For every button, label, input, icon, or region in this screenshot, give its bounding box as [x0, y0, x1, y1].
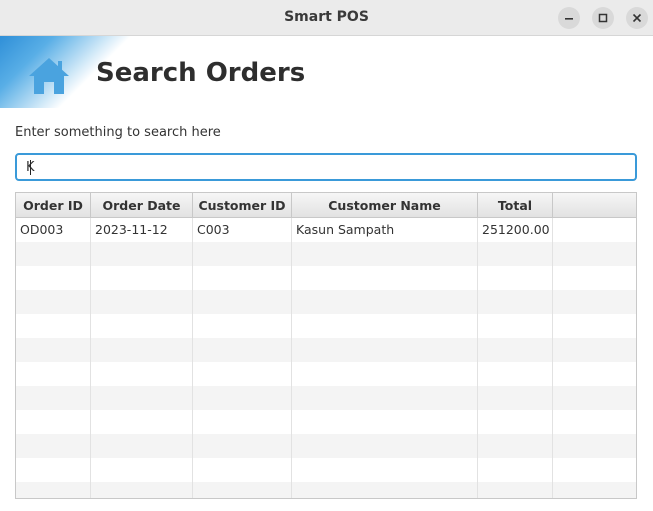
- minimize-button[interactable]: [558, 7, 580, 29]
- column-divider: [477, 218, 478, 498]
- cell-customer-name: Kasun Sampath: [296, 222, 395, 237]
- cell-customer-id: C003: [197, 222, 230, 237]
- minimize-icon: [565, 18, 573, 20]
- table-header: Order ID Order Date Customer ID Customer…: [16, 193, 636, 218]
- empty-row: [16, 434, 636, 458]
- column-header-customer-id[interactable]: Customer ID: [193, 193, 292, 218]
- text-caret: [30, 160, 31, 175]
- column-header-order-id[interactable]: Order ID: [16, 193, 91, 218]
- close-button[interactable]: [626, 7, 648, 29]
- cell-order-date: 2023-11-12: [95, 222, 168, 237]
- close-icon: [632, 13, 642, 23]
- title-bar: Smart POS: [0, 0, 653, 36]
- search-hint-label: Enter something to search here: [15, 125, 221, 140]
- empty-row: [16, 266, 636, 290]
- empty-row: [16, 410, 636, 434]
- empty-row: [16, 338, 636, 362]
- empty-row: [16, 362, 636, 386]
- column-divider: [552, 218, 553, 498]
- empty-row: [16, 242, 636, 266]
- empty-row: [16, 458, 636, 482]
- column-divider: [90, 218, 91, 498]
- empty-row: [16, 482, 636, 498]
- window-title: Smart POS: [284, 9, 369, 25]
- column-header-total[interactable]: Total: [478, 193, 553, 218]
- column-header-customer-name[interactable]: Customer Name: [292, 193, 478, 218]
- cell-total: 251200.00: [482, 222, 550, 237]
- table-row[interactable]: OD003 2023-11-12 C003 Kasun Sampath 2512…: [16, 218, 636, 242]
- empty-row: [16, 386, 636, 410]
- empty-row: [16, 290, 636, 314]
- column-divider: [291, 218, 292, 498]
- orders-table[interactable]: Order ID Order Date Customer ID Customer…: [15, 192, 637, 499]
- cell-order-id: OD003: [20, 222, 64, 237]
- column-header-order-date[interactable]: Order Date: [91, 193, 193, 218]
- page-title: Search Orders: [96, 58, 306, 88]
- maximize-button[interactable]: [592, 7, 614, 29]
- column-divider: [192, 218, 193, 498]
- maximize-icon: [598, 13, 608, 23]
- search-input[interactable]: [15, 153, 637, 181]
- empty-row: [16, 314, 636, 338]
- column-header-filler: [553, 193, 636, 218]
- home-button[interactable]: [28, 56, 70, 96]
- home-icon: [29, 58, 69, 94]
